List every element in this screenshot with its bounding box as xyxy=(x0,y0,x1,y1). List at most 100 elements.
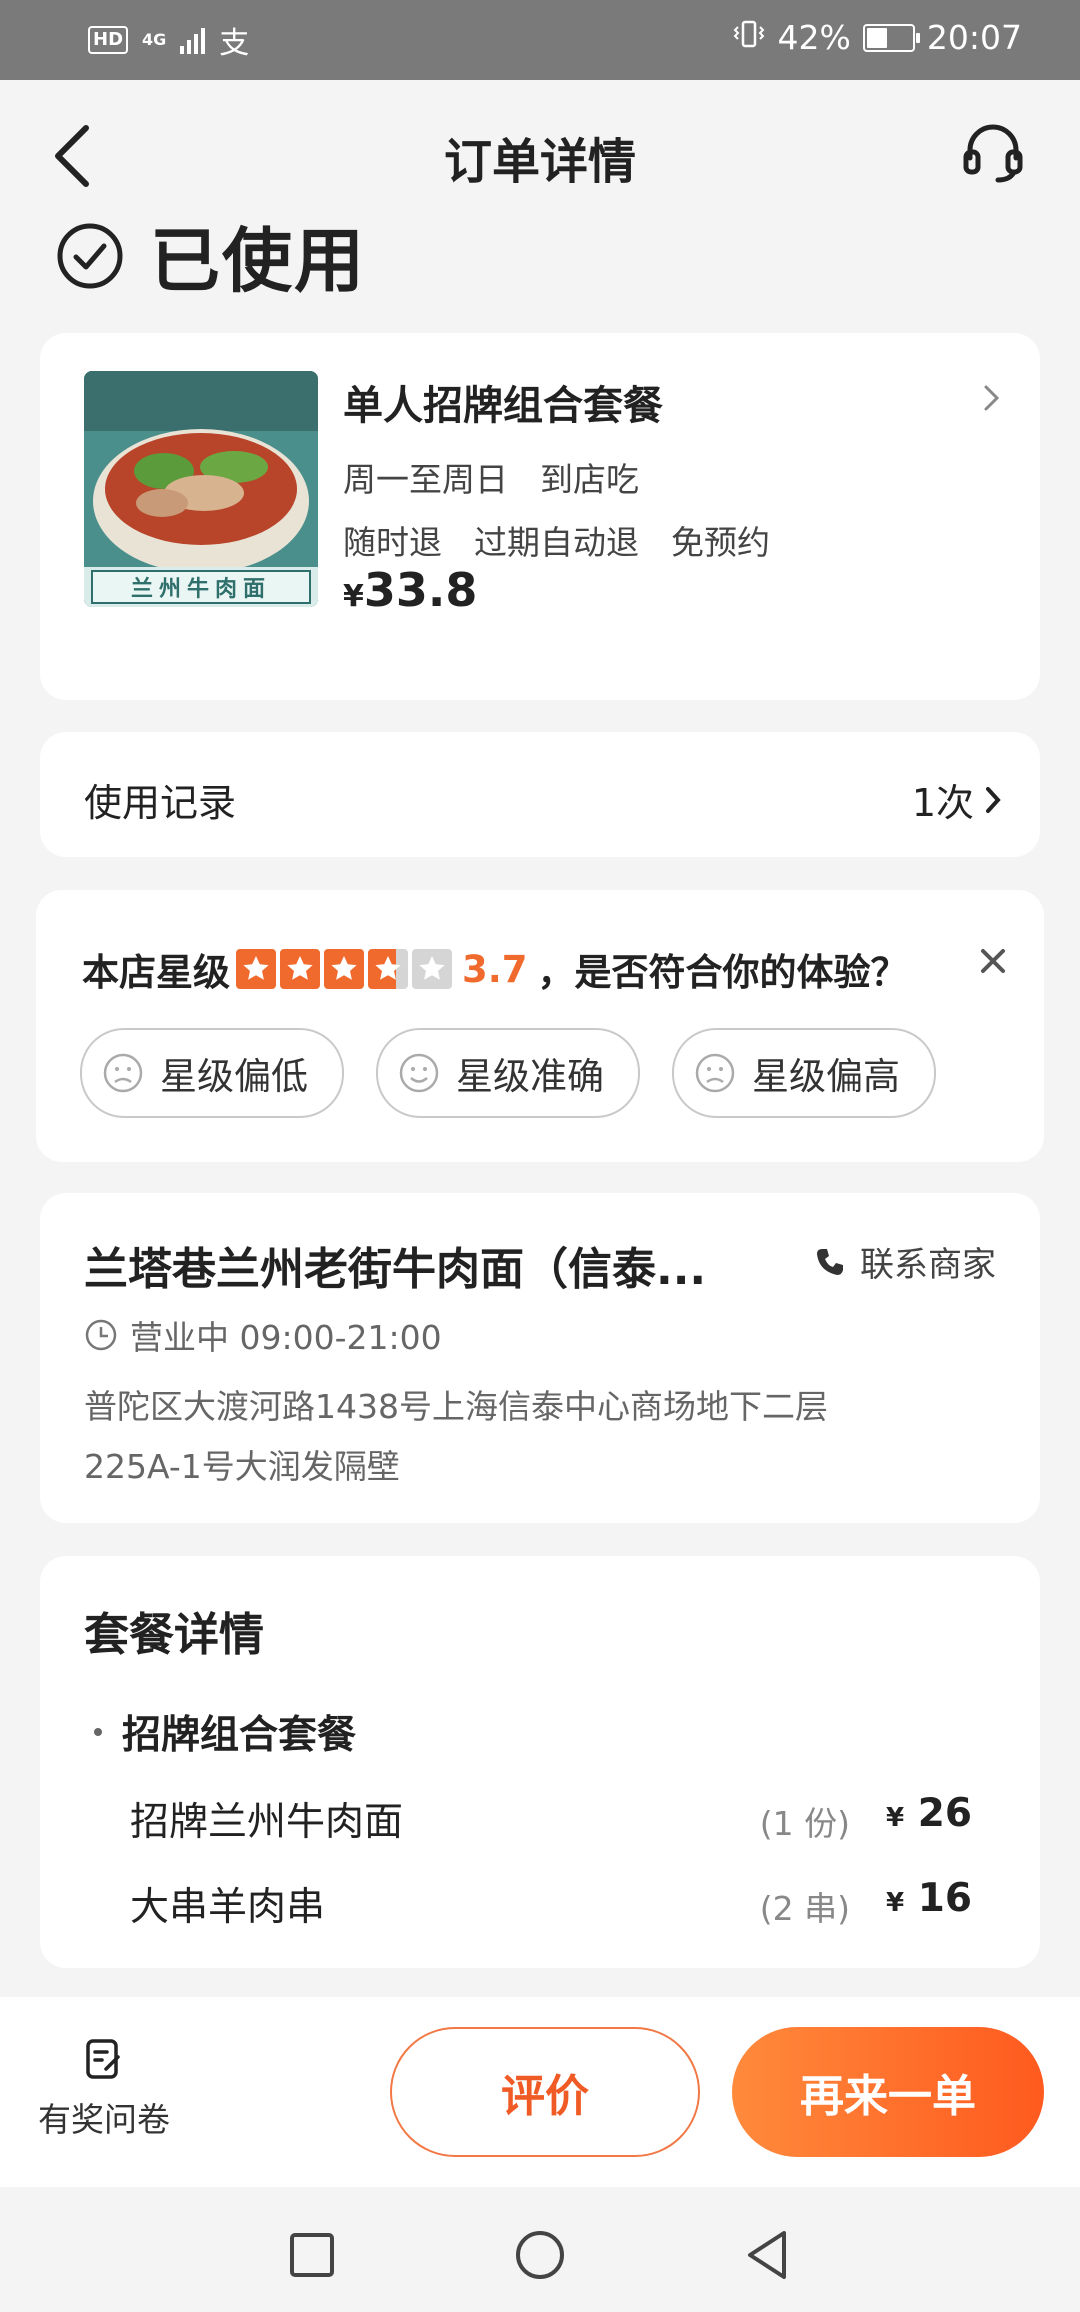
business-hours-text: 营业中 09:00-21:00 xyxy=(130,1318,442,1357)
frown-face-icon xyxy=(695,1053,735,1093)
product-tags-line2: 随时退 过期自动退 免预约 xyxy=(343,516,770,564)
recents-button[interactable] xyxy=(282,2225,342,2285)
chevron-right-icon xyxy=(982,381,1002,424)
usage-record-row[interactable]: 使用记录 1次 xyxy=(40,732,1040,857)
sad-face-icon xyxy=(103,1053,143,1093)
survey-edit-icon xyxy=(86,2039,120,2079)
product-tags-line1: 周一至周日 到店吃 xyxy=(343,453,639,501)
system-navigation-bar xyxy=(0,2187,1080,2312)
rating-prefix: 本店星级 xyxy=(82,951,230,994)
survey-button[interactable]: 有奖问卷 xyxy=(34,2037,174,2141)
close-button[interactable] xyxy=(978,936,1008,987)
product-name: 单人招牌组合套餐 xyxy=(343,383,663,429)
status-bar: HD 4G 支 42% 20:07 xyxy=(0,0,1080,80)
usage-record-count: 1次 xyxy=(912,772,1002,827)
product-tag: 到店吃 xyxy=(540,460,639,499)
package-item-price: ¥ 26 xyxy=(886,1791,972,1836)
rating-question-text: ，是否符合你的体验？ xyxy=(537,951,908,994)
rating-too-high-button[interactable]: 星级偏高 xyxy=(672,1028,936,1118)
order-status-label: 已使用 xyxy=(150,220,366,302)
usage-record-label: 使用记录 xyxy=(84,781,237,825)
product-image: 兰州牛肉面 xyxy=(84,371,318,607)
package-item-name: 招牌兰州牛肉面 xyxy=(130,1800,404,1845)
bullet-dot xyxy=(94,1728,102,1736)
rating-option-label: 星级偏高 xyxy=(752,1055,900,1098)
package-item: 大串羊肉串 (2 串) ¥ 16 xyxy=(130,1876,1010,1932)
package-title: 套餐详情 xyxy=(84,1608,265,1661)
home-button[interactable] xyxy=(510,2225,570,2285)
rating-options: 星级偏低 星级准确 星级偏高 xyxy=(80,1028,936,1118)
back-nav-button[interactable] xyxy=(738,2225,798,2285)
battery-icon xyxy=(862,23,920,52)
rating-accurate-button[interactable]: 星级准确 xyxy=(376,1028,640,1118)
star-icon xyxy=(280,949,320,989)
reorder-button[interactable]: 再来一单 xyxy=(732,2027,1044,2157)
contact-merchant-button[interactable]: 联系商家 xyxy=(814,1237,996,1286)
product-card[interactable]: 兰州牛肉面 单人招牌组合套餐 周一至周日 到店吃 随时退 过期自动退 免预约 ¥… xyxy=(40,333,1040,700)
package-group: 招牌组合套餐 xyxy=(94,1704,356,1760)
package-item-qty: (1 份) xyxy=(759,1804,850,1843)
rating-too-low-button[interactable]: 星级偏低 xyxy=(80,1028,344,1118)
package-details-card: 套餐详情 招牌组合套餐 招牌兰州牛肉面 (1 份) ¥ 26 大串羊肉串 (2 … xyxy=(40,1556,1040,1968)
page-title: 订单详情 xyxy=(443,134,636,190)
package-item: 招牌兰州牛肉面 (1 份) ¥ 26 xyxy=(130,1791,1010,1847)
review-button[interactable]: 评价 xyxy=(390,2027,700,2157)
currency-symbol: ¥ xyxy=(343,579,364,614)
product-tag: 随时退 xyxy=(343,523,442,562)
alipay-icon: 支 xyxy=(219,26,250,61)
check-circle-icon xyxy=(57,223,123,288)
price-value: 16 xyxy=(917,1876,972,1921)
product-tag: 过期自动退 xyxy=(474,523,639,562)
address-line: 普陀区大渡河路1438号上海信泰中心商场地下二层 xyxy=(84,1387,828,1426)
status-left: HD 4G 支 xyxy=(88,18,249,62)
signal-icon xyxy=(180,26,206,54)
clock-icon xyxy=(85,1319,117,1351)
store-info-card: 兰塔巷兰州老街牛肉面（信泰... 联系商家 营业中 09:00-21:00 普陀… xyxy=(40,1193,1040,1523)
price-value: 33.8 xyxy=(363,563,478,617)
star-rating xyxy=(236,949,452,989)
network-label: 4G xyxy=(142,30,167,49)
status-right: 42% 20:07 xyxy=(732,18,1022,57)
product-image-caption: 兰州牛肉面 xyxy=(130,577,271,602)
rating-option-label: 星级偏低 xyxy=(160,1055,308,1098)
smile-face-icon xyxy=(399,1053,439,1093)
battery-percent: 42% xyxy=(777,18,851,57)
rating-question: 本店星级 3.7 ，是否符合你的体验？ xyxy=(82,942,908,996)
square-icon xyxy=(290,2233,334,2277)
bottom-action-bar: 有奖问卷 评价 再来一单 xyxy=(0,1997,1080,2187)
star-icon xyxy=(324,949,364,989)
headset-icon xyxy=(963,124,1023,183)
product-tag: 周一至周日 xyxy=(343,460,508,499)
contact-label: 联系商家 xyxy=(860,1245,996,1285)
star-icon xyxy=(236,949,276,989)
usage-count-value: 1次 xyxy=(911,781,974,825)
customer-service-button[interactable] xyxy=(958,116,1028,186)
address-line: 225A-1号大润发隔壁 xyxy=(84,1447,400,1486)
chevron-right-icon xyxy=(986,786,1001,813)
order-status: 已使用 xyxy=(56,205,366,306)
rating-option-label: 星级准确 xyxy=(456,1055,604,1098)
package-item-price: ¥ 16 xyxy=(886,1876,972,1921)
currency-symbol: ¥ xyxy=(886,1888,905,1918)
rating-feedback-card: 本店星级 3.7 ，是否符合你的体验？ 星级偏低 星级准确 星级偏高 xyxy=(36,890,1044,1162)
circle-icon xyxy=(516,2231,564,2279)
product-tag: 免预约 xyxy=(671,523,770,562)
phone-icon xyxy=(817,1248,843,1275)
survey-label: 有奖问卷 xyxy=(38,2100,170,2139)
currency-symbol: ¥ xyxy=(886,1803,905,1833)
business-hours: 营业中 09:00-21:00 xyxy=(84,1311,442,1359)
star-icon xyxy=(412,949,452,989)
store-name[interactable]: 兰塔巷兰州老街牛肉面（信泰... xyxy=(84,1233,774,1297)
triangle-back-icon xyxy=(748,2231,786,2279)
product-price: ¥33.8 xyxy=(343,563,477,617)
clock: 20:07 xyxy=(926,18,1022,57)
hd-icon: HD xyxy=(88,26,129,54)
price-value: 26 xyxy=(917,1791,972,1836)
package-group-name: 招牌组合套餐 xyxy=(122,1713,357,1758)
star-icon xyxy=(368,949,408,989)
package-item-qty: (2 串) xyxy=(759,1889,850,1928)
rating-score: 3.7 xyxy=(462,947,528,991)
vibrate-icon xyxy=(732,18,766,57)
package-item-name: 大串羊肉串 xyxy=(130,1885,326,1930)
store-address[interactable]: 普陀区大渡河路1438号上海信泰中心商场地下二层 225A-1号大润发隔壁 xyxy=(84,1377,984,1497)
